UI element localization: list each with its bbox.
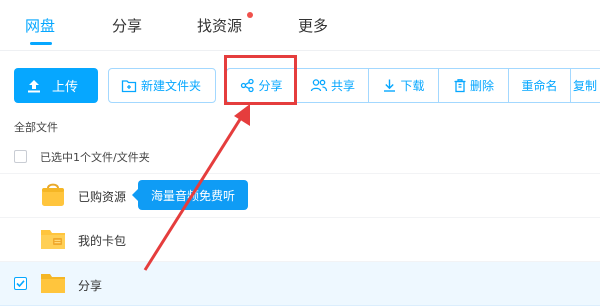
collab-share-label: 共享	[330, 79, 355, 93]
trash-icon	[454, 79, 466, 93]
folder-icon	[41, 274, 65, 293]
notification-dot	[247, 12, 253, 18]
tab-find-resources[interactable]: 找资源	[197, 15, 242, 36]
download-button[interactable]: 下载	[369, 69, 439, 102]
tab-netdisk[interactable]: 网盘	[25, 15, 55, 36]
new-folder-button[interactable]: 新建文件夹	[108, 68, 216, 103]
file-row-card-wallet[interactable]: 我的卡包	[0, 218, 600, 262]
file-row-share[interactable]: 分享	[0, 262, 600, 306]
promo-tooltip: 海量音频免费听	[132, 180, 248, 210]
copy-button[interactable]: 复制	[571, 69, 600, 102]
selection-status-text: 已选中1个文件/文件夹	[40, 151, 150, 164]
upload-icon	[28, 79, 40, 92]
top-tabs: 网盘 分享 找资源 更多	[0, 0, 600, 50]
new-folder-icon	[121, 79, 137, 92]
file-name[interactable]: 分享	[78, 277, 102, 294]
selection-header-row: 已选中1个文件/文件夹	[0, 138, 600, 174]
download-label: 下载	[400, 79, 425, 93]
row-checkbox-checked[interactable]	[14, 277, 27, 290]
toolbar: 上传 新建文件夹 分享 共享 下载 删除 重命名 复制	[0, 68, 600, 104]
new-folder-label: 新建文件夹	[141, 79, 202, 93]
file-row-purchased[interactable]: 已购资源	[0, 174, 600, 218]
select-all-checkbox[interactable]	[14, 150, 27, 163]
rename-label: 重命名	[521, 79, 558, 93]
active-tab-indicator	[30, 42, 52, 45]
rename-button[interactable]: 重命名	[509, 69, 571, 102]
card-folder-icon	[41, 230, 65, 249]
download-icon	[384, 79, 396, 92]
share-highlight-box	[224, 55, 297, 105]
users-icon	[310, 79, 328, 92]
copy-label: 复制	[573, 79, 598, 93]
breadcrumb: 全部文件	[14, 121, 58, 134]
delete-button[interactable]: 删除	[439, 69, 509, 102]
delete-label: 删除	[469, 79, 494, 93]
tab-share[interactable]: 分享	[112, 15, 142, 36]
file-name[interactable]: 已购资源	[78, 188, 126, 205]
bag-folder-icon	[42, 183, 64, 206]
collab-share-button[interactable]: 共享	[297, 69, 369, 102]
tab-more[interactable]: 更多	[298, 15, 328, 36]
upload-button[interactable]: 上传	[14, 68, 98, 103]
tabs-divider	[0, 50, 600, 51]
checkmark-icon	[16, 280, 25, 288]
upload-label: 上传	[52, 80, 79, 95]
file-name[interactable]: 我的卡包	[78, 232, 126, 249]
